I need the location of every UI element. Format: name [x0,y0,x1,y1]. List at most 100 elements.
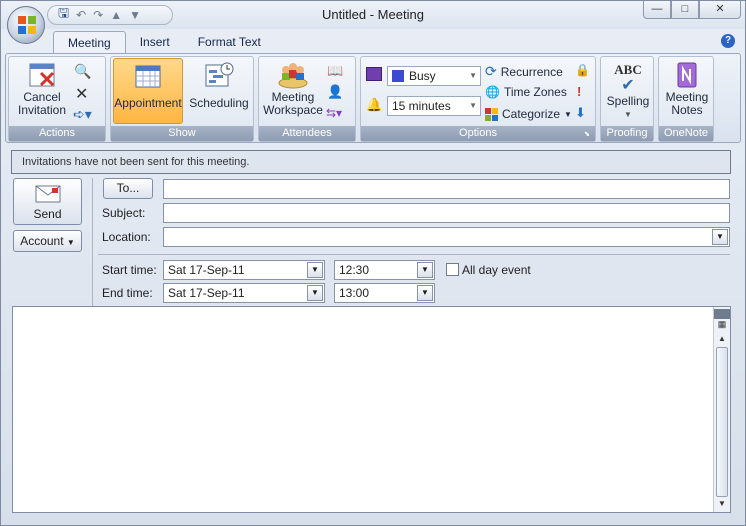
end-date-dropdown-button[interactable]: ▼ [307,285,323,301]
chevron-down-icon: ▼ [624,110,632,119]
form-divider [92,178,93,306]
group-attendees: Meeting Workspace 📖 👤 ⇆▾ Attendees [258,56,356,142]
tab-meeting[interactable]: Meeting [53,31,126,53]
redo-icon[interactable]: ↷ [93,8,103,22]
up-arrow-icon[interactable]: ▲ [110,8,122,22]
maximize-button[interactable]: □ [671,1,699,19]
cancel-invitation-button[interactable]: Cancel Invitation [12,61,72,117]
scheduling-button[interactable]: Scheduling [187,61,251,110]
notes-label-2: Notes [671,103,703,117]
office-logo-icon [18,16,36,34]
time-zones-button[interactable]: 🌐 Time Zones [485,85,567,99]
send-button[interactable]: Send [13,178,82,225]
section-divider [98,254,730,255]
high-importance-icon[interactable]: ! [577,84,581,99]
recurrence-icon: ⟳ [485,63,497,79]
chevron-down-icon: ▼ [564,109,572,119]
ruler-toggle-icon[interactable] [714,309,730,319]
group-label-attendees: Attendees [259,126,355,141]
undo-icon[interactable]: ↶ [76,8,86,22]
end-date-field[interactable]: Sat 17-Sep-11 ▼ [163,283,325,303]
scheduling-label: Scheduling [189,96,249,110]
categorize-icon [485,107,498,121]
start-date-field[interactable]: Sat 17-Sep-11 ▼ [163,260,325,280]
end-time-value: 13:00 [339,286,370,300]
chevron-down-icon: ▼ [469,71,477,80]
send-label: Send [33,207,62,221]
chevron-down-icon: ▼ [66,238,75,247]
appointment-label: Appointment [114,96,182,110]
start-date-dropdown-button[interactable]: ▼ [307,262,323,278]
group-onenote: Meeting Notes OneNote [658,56,714,142]
onenote-icon [677,62,697,88]
meeting-workspace-icon [278,63,308,89]
low-importance-icon[interactable]: ⬇ [575,105,586,121]
all-day-checkbox[interactable] [446,263,459,276]
end-time-dropdown-button[interactable]: ▼ [417,285,433,301]
busy-color-icon [392,70,404,82]
to-button[interactable]: To... [103,178,153,199]
tab-insert[interactable]: Insert [126,31,184,53]
calendar-icon [135,65,161,88]
globe-icon: 🌐 [485,85,500,99]
location-dropdown-button[interactable]: ▼ [712,229,728,245]
appointment-button[interactable]: Appointment [113,58,183,124]
save-icon[interactable]: 🖫 [58,4,69,26]
reminder-dropdown[interactable]: 15 minutes ▼ [387,96,481,116]
office-button[interactable] [7,6,45,44]
meeting-notes-button[interactable]: Meeting Notes [661,61,713,117]
categorize-button[interactable]: Categorize ▼ [485,107,572,121]
delete-icon[interactable]: ✕ [75,84,88,104]
subject-label: Subject: [102,206,146,220]
chevron-down-icon: ▼ [469,101,477,110]
check-names-icon[interactable]: 👤 [327,84,343,100]
view-ruler-icon[interactable]: ▦ [714,319,730,330]
private-lock-icon[interactable]: 🔒 [575,63,590,77]
account-button[interactable]: Account ▼ [13,230,82,252]
group-actions: Cancel Invitation 🔍 ✕ ➪▾ Actions [8,56,106,142]
close-button[interactable]: ✕ [699,1,741,19]
response-options-icon[interactable]: ⇆▾ [326,106,342,120]
info-bar: Invitations have not been sent for this … [11,150,731,174]
location-label: Location: [102,230,151,244]
scroll-down-icon[interactable]: ▼ [714,499,730,508]
start-time-field[interactable]: 12:30 ▼ [334,260,435,280]
tab-format-text[interactable]: Format Text [184,31,275,53]
recurrence-label: Recurrence [500,64,563,79]
group-show: Appointment Scheduling Show [110,56,254,142]
cancel-invitation-icon [29,63,55,87]
start-time-dropdown-button[interactable]: ▼ [417,262,433,278]
show-as-icon [366,67,382,81]
scroll-up-icon[interactable]: ▲ [714,334,730,343]
end-date-value: Sat 17-Sep-11 [168,286,245,300]
recurrence-button[interactable]: ⟳ Recurrence [485,63,563,80]
show-as-dropdown[interactable]: Busy ▼ [387,66,481,86]
message-body[interactable]: ▦ ▲ ▼ [12,306,731,513]
group-label-show: Show [111,126,253,141]
cancel-label-2: Invitation [17,103,67,117]
to-field[interactable] [163,179,730,199]
address-book-icon[interactable]: 🔍 [74,63,91,80]
end-time-field[interactable]: 13:00 ▼ [334,283,435,303]
dialog-launcher-icon[interactable]: ⬊ [584,130,593,139]
all-day-label: All day event [462,263,531,277]
checkmark-icon: ✔ [621,77,635,94]
down-arrow-icon[interactable]: ▼ [129,8,141,22]
spelling-label: Spelling [606,94,650,108]
ribbon: Cancel Invitation 🔍 ✕ ➪▾ Actions Appoint… [5,53,741,143]
address-book-small-icon[interactable]: 📖 [327,63,343,79]
meeting-workspace-button[interactable]: Meeting Workspace [261,61,325,117]
scrollbar-thumb[interactable] [716,347,728,497]
spelling-button[interactable]: ABC ✔ Spelling ▼ [603,61,653,121]
reminder-value: 15 minutes [392,99,451,113]
vertical-scrollbar[interactable]: ▦ ▲ ▼ [713,307,730,512]
ribbon-tabs: Meeting Insert Format Text [53,31,275,53]
reminder-bell-icon: 🔔 [366,97,383,112]
location-field[interactable]: ▼ [163,227,730,247]
minimize-button[interactable]: — [643,1,671,19]
subject-field[interactable] [163,203,730,223]
help-icon[interactable]: ? [721,34,735,48]
forward-icon[interactable]: ➪▾ [73,106,92,123]
group-label-proofing: Proofing [601,126,653,141]
group-options: Busy ▼ 🔔 15 minutes ▼ ⟳ Recurrence 🌐 Tim… [360,56,596,142]
